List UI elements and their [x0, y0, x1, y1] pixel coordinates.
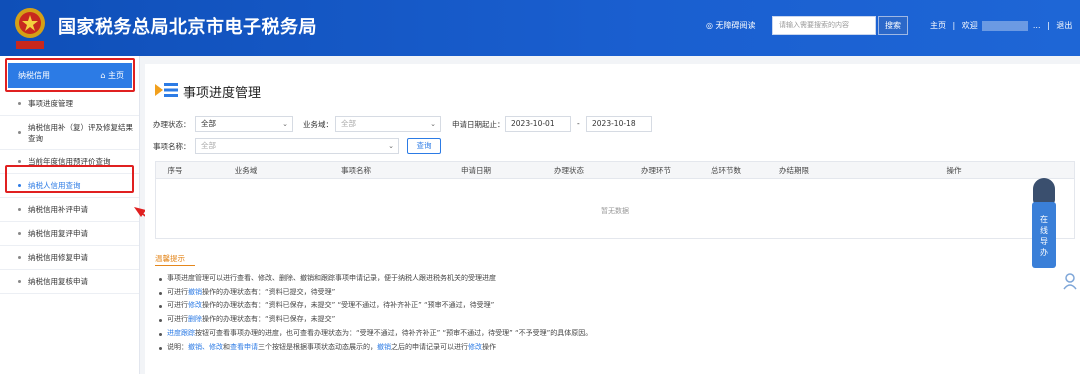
col-header-index: 序号: [167, 166, 183, 175]
domain-select[interactable]: 全部 ⌄: [335, 116, 441, 132]
table-header-row: 序号 业务域 事项名称 申请日期 办理状态 办理环节 总环节数 办结期限 操作: [156, 162, 1074, 179]
sidebar-item-supplementary-rating[interactable]: 纳税信用补评申请: [0, 198, 139, 222]
col-header-total-stages: 总环节数: [711, 166, 741, 175]
username-masked: [982, 20, 1029, 31]
sidebar-item-re-rating[interactable]: 纳税信用复评申请: [0, 222, 139, 246]
user-service-icon[interactable]: [1062, 270, 1080, 292]
highlight-box-credit-query: [5, 165, 134, 193]
chevron-down-icon: ⌄: [282, 120, 288, 128]
col-header-actions: 操作: [946, 166, 962, 175]
page-title: 事项进度管理: [183, 86, 262, 101]
col-header-status: 办理状态: [554, 166, 584, 175]
tip-item: 说明：撤销、修改和查看申请三个按钮是根据事项状态动态展示的，撤销之后的申请记录可…: [159, 341, 1059, 355]
sidebar-item-credit-repair[interactable]: 纳税信用修复申请: [0, 246, 139, 270]
tax-emblem-logo: [15, 8, 45, 49]
sidebar-menu: 事项进度管理 纳税信用补（复）评及修复结果查询 当前年度信用预评价查询 纳税人信…: [0, 92, 139, 294]
chevron-down-icon: ⌄: [430, 120, 436, 128]
highlight-box-home: [5, 58, 135, 92]
sidebar-item-review[interactable]: 纳税信用复核申请: [0, 270, 139, 294]
list-icon: [155, 83, 178, 97]
welcome-text: 欢迎: [961, 21, 978, 30]
tips-list: 事项进度管理可以进行查看、修改、删除、撤销和跟踪事项申请记录，便于纳税人跟进税务…: [159, 272, 1059, 354]
search-input[interactable]: 请输入需要搜索的内容: [772, 16, 876, 35]
logout-link[interactable]: 退出: [1056, 21, 1072, 30]
item-name-label: 事项名称：: [153, 142, 191, 151]
site-title: 国家税务总局北京市电子税务局: [58, 17, 317, 38]
col-header-stage: 办理环节: [641, 166, 671, 175]
domain-label: 业务域：: [303, 120, 333, 129]
col-header-domain: 业务域: [234, 166, 258, 175]
search-button[interactable]: 搜索: [878, 16, 908, 35]
status-label: 办理状态：: [153, 120, 191, 129]
query-button[interactable]: 查询: [407, 138, 441, 154]
eye-icon: ◎: [706, 21, 713, 30]
online-guide-label: 在线导办: [1032, 202, 1056, 268]
col-header-deadline: 办结期限: [779, 166, 809, 175]
top-header: 国家税务总局北京市电子税务局 ◎ 无障碍阅读 请输入需要搜索的内容 搜索 主页 …: [0, 0, 1080, 56]
col-header-item-name: 事项名称: [341, 166, 371, 175]
nav-home-link[interactable]: 主页: [930, 21, 946, 30]
progress-table: 序号 业务域 事项名称 申请日期 办理状态 办理环节 总环节数 办结期限 操作 …: [155, 161, 1075, 239]
sidebar-item-rating-result-query[interactable]: 纳税信用补（复）评及修复结果查询: [0, 116, 139, 150]
tip-item: 可进行撤销操作的办理状态有：“资料已提交，待受理”: [159, 286, 1059, 300]
col-header-apply-date: 申请日期: [461, 166, 491, 175]
end-date-input[interactable]: 2023-10-18: [586, 116, 652, 132]
tip-item: 可进行修改操作的办理状态有：“资料已保存，未提交” “受理不通过，待补齐补正” …: [159, 299, 1059, 313]
sidebar: 纳税信用 ⌂ 主页 事项进度管理 纳税信用补（复）评及修复结果查询 当前年度信用…: [0, 56, 140, 374]
chevron-down-icon: ⌄: [388, 142, 394, 150]
assistant-avatar-icon: [1033, 178, 1055, 204]
start-date-input[interactable]: 2023-10-01: [505, 116, 571, 132]
table-empty-text: 暂无数据: [601, 207, 629, 215]
tip-item: 事项进度管理可以进行查看、修改、删除、撤销和跟踪事项申请记录，便于纳税人跟进税务…: [159, 272, 1059, 286]
tips-underline: [155, 265, 195, 266]
tip-item: 可进行删除操作的办理状态有：“资料已保存，未提交”: [159, 313, 1059, 327]
accessibility-link[interactable]: ◎ 无障碍阅读: [706, 20, 756, 31]
online-guide-widget[interactable]: 在线导办: [1032, 178, 1056, 268]
tip-item: 进度跟踪按钮可查看事项办理的进度，也可查看办理状态为：“受理不通过，待补齐补正”…: [159, 327, 1059, 341]
item-name-select[interactable]: 全部 ⌄: [195, 138, 399, 154]
status-select[interactable]: 全部 ⌄: [195, 116, 293, 132]
top-nav: 主页 | 欢迎 ... | 退出: [930, 20, 1073, 31]
date-range-label: 申请日期起止：: [452, 120, 505, 129]
tips-title: 温馨提示: [155, 254, 185, 263]
main-panel: 事项进度管理 办理状态： 全部 ⌄ 业务域： 全部 ⌄ 申请日期起止： 2023…: [145, 64, 1080, 374]
sidebar-item-progress-management[interactable]: 事项进度管理: [0, 92, 139, 116]
